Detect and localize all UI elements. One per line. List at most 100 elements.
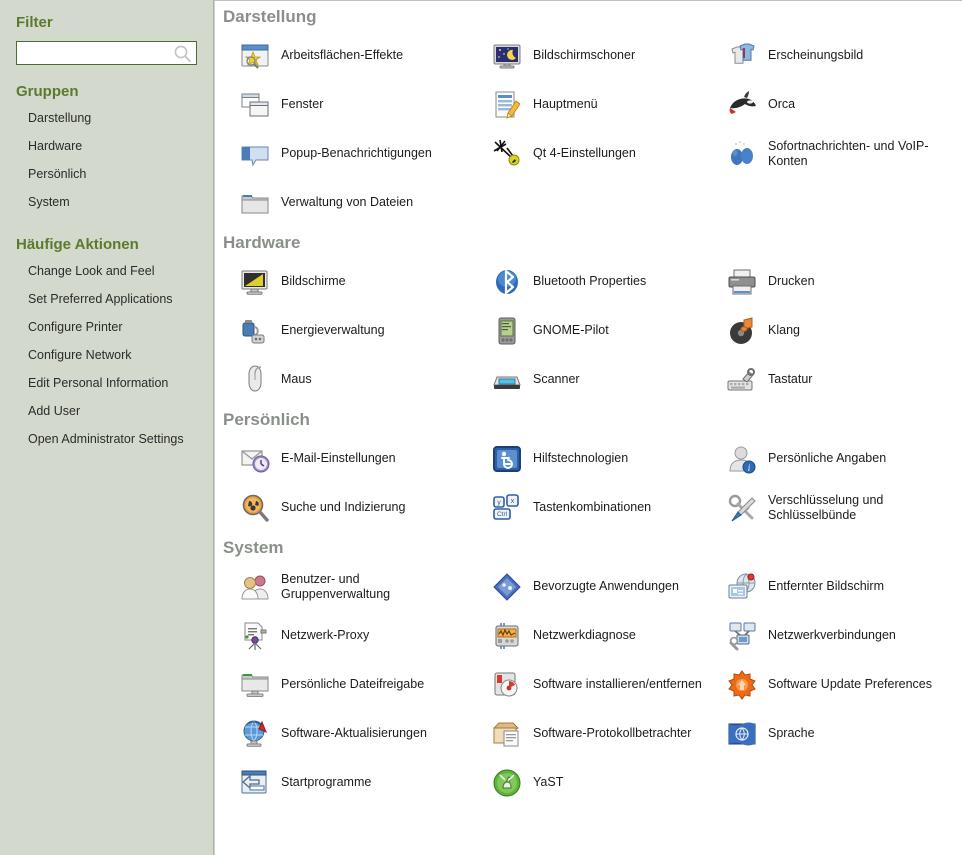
settings-item[interactable]: Drucken <box>726 257 962 306</box>
sidebar-group-hardware[interactable]: Hardware <box>0 132 213 160</box>
settings-item[interactable]: GNOME-Pilot <box>491 306 726 355</box>
settings-item[interactable]: Hilfstechnologien <box>491 434 726 483</box>
settings-item-label: Bevorzugte Anwendungen <box>533 579 679 594</box>
settings-item[interactable]: Fenster <box>239 80 491 129</box>
displays-icon <box>239 266 271 298</box>
settings-item-label: E-Mail-Einstellungen <box>281 451 396 466</box>
settings-item[interactable]: Netzwerkdiagnose <box>491 611 726 660</box>
section-title: System <box>215 532 962 562</box>
sidebar-action-edit-personal-information[interactable]: Edit Personal Information <box>0 369 213 397</box>
settings-item[interactable]: Hauptmenü <box>491 80 726 129</box>
settings-item[interactable]: Software-Protokollbetrachter <box>491 709 726 758</box>
language-icon <box>726 718 758 750</box>
settings-item-label: Netzwerk-Proxy <box>281 628 369 643</box>
groups-list: DarstellungHardwarePersönlichSystem <box>0 104 213 216</box>
sidebar-action-configure-network[interactable]: Configure Network <box>0 341 213 369</box>
settings-item[interactable]: Energieverwaltung <box>239 306 491 355</box>
personal-info-icon: i <box>726 443 758 475</box>
settings-item-label: Bildschirmschoner <box>533 48 635 63</box>
yast-icon <box>491 767 523 799</box>
main-menu-icon <box>491 89 523 121</box>
sidebar-action-open-administrator-settings[interactable]: Open Administrator Settings <box>0 425 213 453</box>
settings-item[interactable]: E-Mail-Einstellungen <box>239 434 491 483</box>
section-darstellung: DarstellungArbeitsflächen-EffekteBildsch… <box>215 1 962 227</box>
settings-item-label: Tastatur <box>768 372 812 387</box>
settings-item[interactable]: Sofortnachrichten- und VoIP- Konten <box>726 129 962 178</box>
power-management-icon <box>239 315 271 347</box>
settings-item-label: Software Update Preferences <box>768 677 932 692</box>
settings-item[interactable]: Software installieren/entfernen <box>491 660 726 709</box>
settings-item[interactable]: Persönliche Dateifreigabe <box>239 660 491 709</box>
sidebar-group-system[interactable]: System <box>0 188 213 216</box>
mouse-icon <box>239 364 271 396</box>
settings-item[interactable]: Orca <box>726 80 962 129</box>
file-management-icon <box>239 187 271 219</box>
settings-item-label: Klang <box>768 323 800 338</box>
settings-item[interactable]: Maus <box>239 355 491 404</box>
settings-item-label: Netzwerkdiagnose <box>533 628 636 643</box>
keyboard-shortcuts-icon: yxCtrl <box>491 492 523 524</box>
settings-item[interactable]: Verwaltung von Dateien <box>239 178 491 227</box>
settings-item[interactable]: Bluetooth Properties <box>491 257 726 306</box>
settings-item[interactable]: Benutzer- und Gruppenverwaltung <box>239 562 491 611</box>
settings-item[interactable]: YaST <box>491 758 726 807</box>
section-grid: Benutzer- und Gruppenverwaltung Bevorzugt… <box>215 562 962 807</box>
sidebar-action-add-user[interactable]: Add User <box>0 397 213 425</box>
settings-item[interactable]: Scanner <box>491 355 726 404</box>
sidebar-action-change-look-and-feel[interactable]: Change Look and Feel <box>0 257 213 285</box>
instant-messaging-icon <box>726 138 758 170</box>
settings-item[interactable]: Startprogramme <box>239 758 491 807</box>
settings-item[interactable]: Erscheinungsbild <box>726 31 962 80</box>
software-log-viewer-icon <box>491 718 523 750</box>
sidebar-group-darstellung[interactable]: Darstellung <box>0 104 213 132</box>
popup-notifications-icon <box>239 138 271 170</box>
sidebar-action-set-preferred-applications[interactable]: Set Preferred Applications <box>0 285 213 313</box>
settings-item[interactable]: iPersönliche Angaben <box>726 434 962 483</box>
settings-item[interactable]: Popup-Benachrichtigungen <box>239 129 491 178</box>
sidebar-action-configure-printer[interactable]: Configure Printer <box>0 313 213 341</box>
settings-item[interactable]: Bildschirmschoner <box>491 31 726 80</box>
settings-item-label: GNOME-Pilot <box>533 323 609 338</box>
settings-item[interactable]: Sprache <box>726 709 962 758</box>
printer-icon <box>726 266 758 298</box>
settings-item-label: Tastenkombinationen <box>533 500 651 515</box>
search-box[interactable] <box>16 41 197 65</box>
settings-item[interactable]: Suche und Indizierung <box>239 483 491 532</box>
svg-text:Ctrl: Ctrl <box>497 511 508 518</box>
network-diagnostics-icon <box>491 620 523 652</box>
settings-item[interactable]: Bevorzugte Anwendungen <box>491 562 726 611</box>
main-content: DarstellungArbeitsflächen-EffekteBildsch… <box>214 0 962 855</box>
orca-whale-icon <box>726 89 758 121</box>
scanner-icon <box>491 364 523 396</box>
settings-item[interactable]: Software-Aktualisierungen <box>239 709 491 758</box>
settings-item[interactable]: Tastatur <box>726 355 962 404</box>
settings-item-label: Orca <box>768 97 795 112</box>
settings-item-label: Popup-Benachrichtigungen <box>281 146 432 161</box>
network-proxy-icon <box>239 620 271 652</box>
settings-item-label: Fenster <box>281 97 323 112</box>
settings-item[interactable]: Entfernter Bildschirm <box>726 562 962 611</box>
section-grid: BildschirmeBluetooth Properties Drucken En… <box>215 257 962 404</box>
settings-item[interactable]: Verschlüsselung und Schlüsselbünde <box>726 483 962 532</box>
settings-item[interactable]: Arbeitsflächen-Effekte <box>239 31 491 80</box>
software-updates-icon <box>239 718 271 750</box>
settings-item[interactable]: Qt 4-Einstellungen <box>491 129 726 178</box>
settings-item[interactable]: Netzwerk-Proxy <box>239 611 491 660</box>
settings-item-label: Drucken <box>768 274 815 289</box>
file-sharing-icon <box>239 669 271 701</box>
settings-item[interactable]: Bildschirme <box>239 257 491 306</box>
settings-item[interactable]: Klang <box>726 306 962 355</box>
email-settings-icon <box>239 443 271 475</box>
search-input[interactable] <box>17 42 196 64</box>
settings-item-label: Arbeitsflächen-Effekte <box>281 48 403 63</box>
settings-item[interactable]: Software Update Preferences <box>726 660 962 709</box>
settings-item[interactable]: Netzwerkverbindungen <box>726 611 962 660</box>
settings-item[interactable]: yxCtrl Tastenkombinationen <box>491 483 726 532</box>
settings-item-label: Verschlüsselung und Schlüsselbünde <box>768 493 883 523</box>
sidebar-group-pers-nlich[interactable]: Persönlich <box>0 160 213 188</box>
sidebar: Filter Gruppen DarstellungHardwarePersön… <box>0 0 214 855</box>
settings-item-label: Startprogramme <box>281 775 371 790</box>
desktop-effects-icon <box>239 40 271 72</box>
settings-item-label: Maus <box>281 372 312 387</box>
common-actions-heading: Häufige Aktionen <box>0 236 213 253</box>
